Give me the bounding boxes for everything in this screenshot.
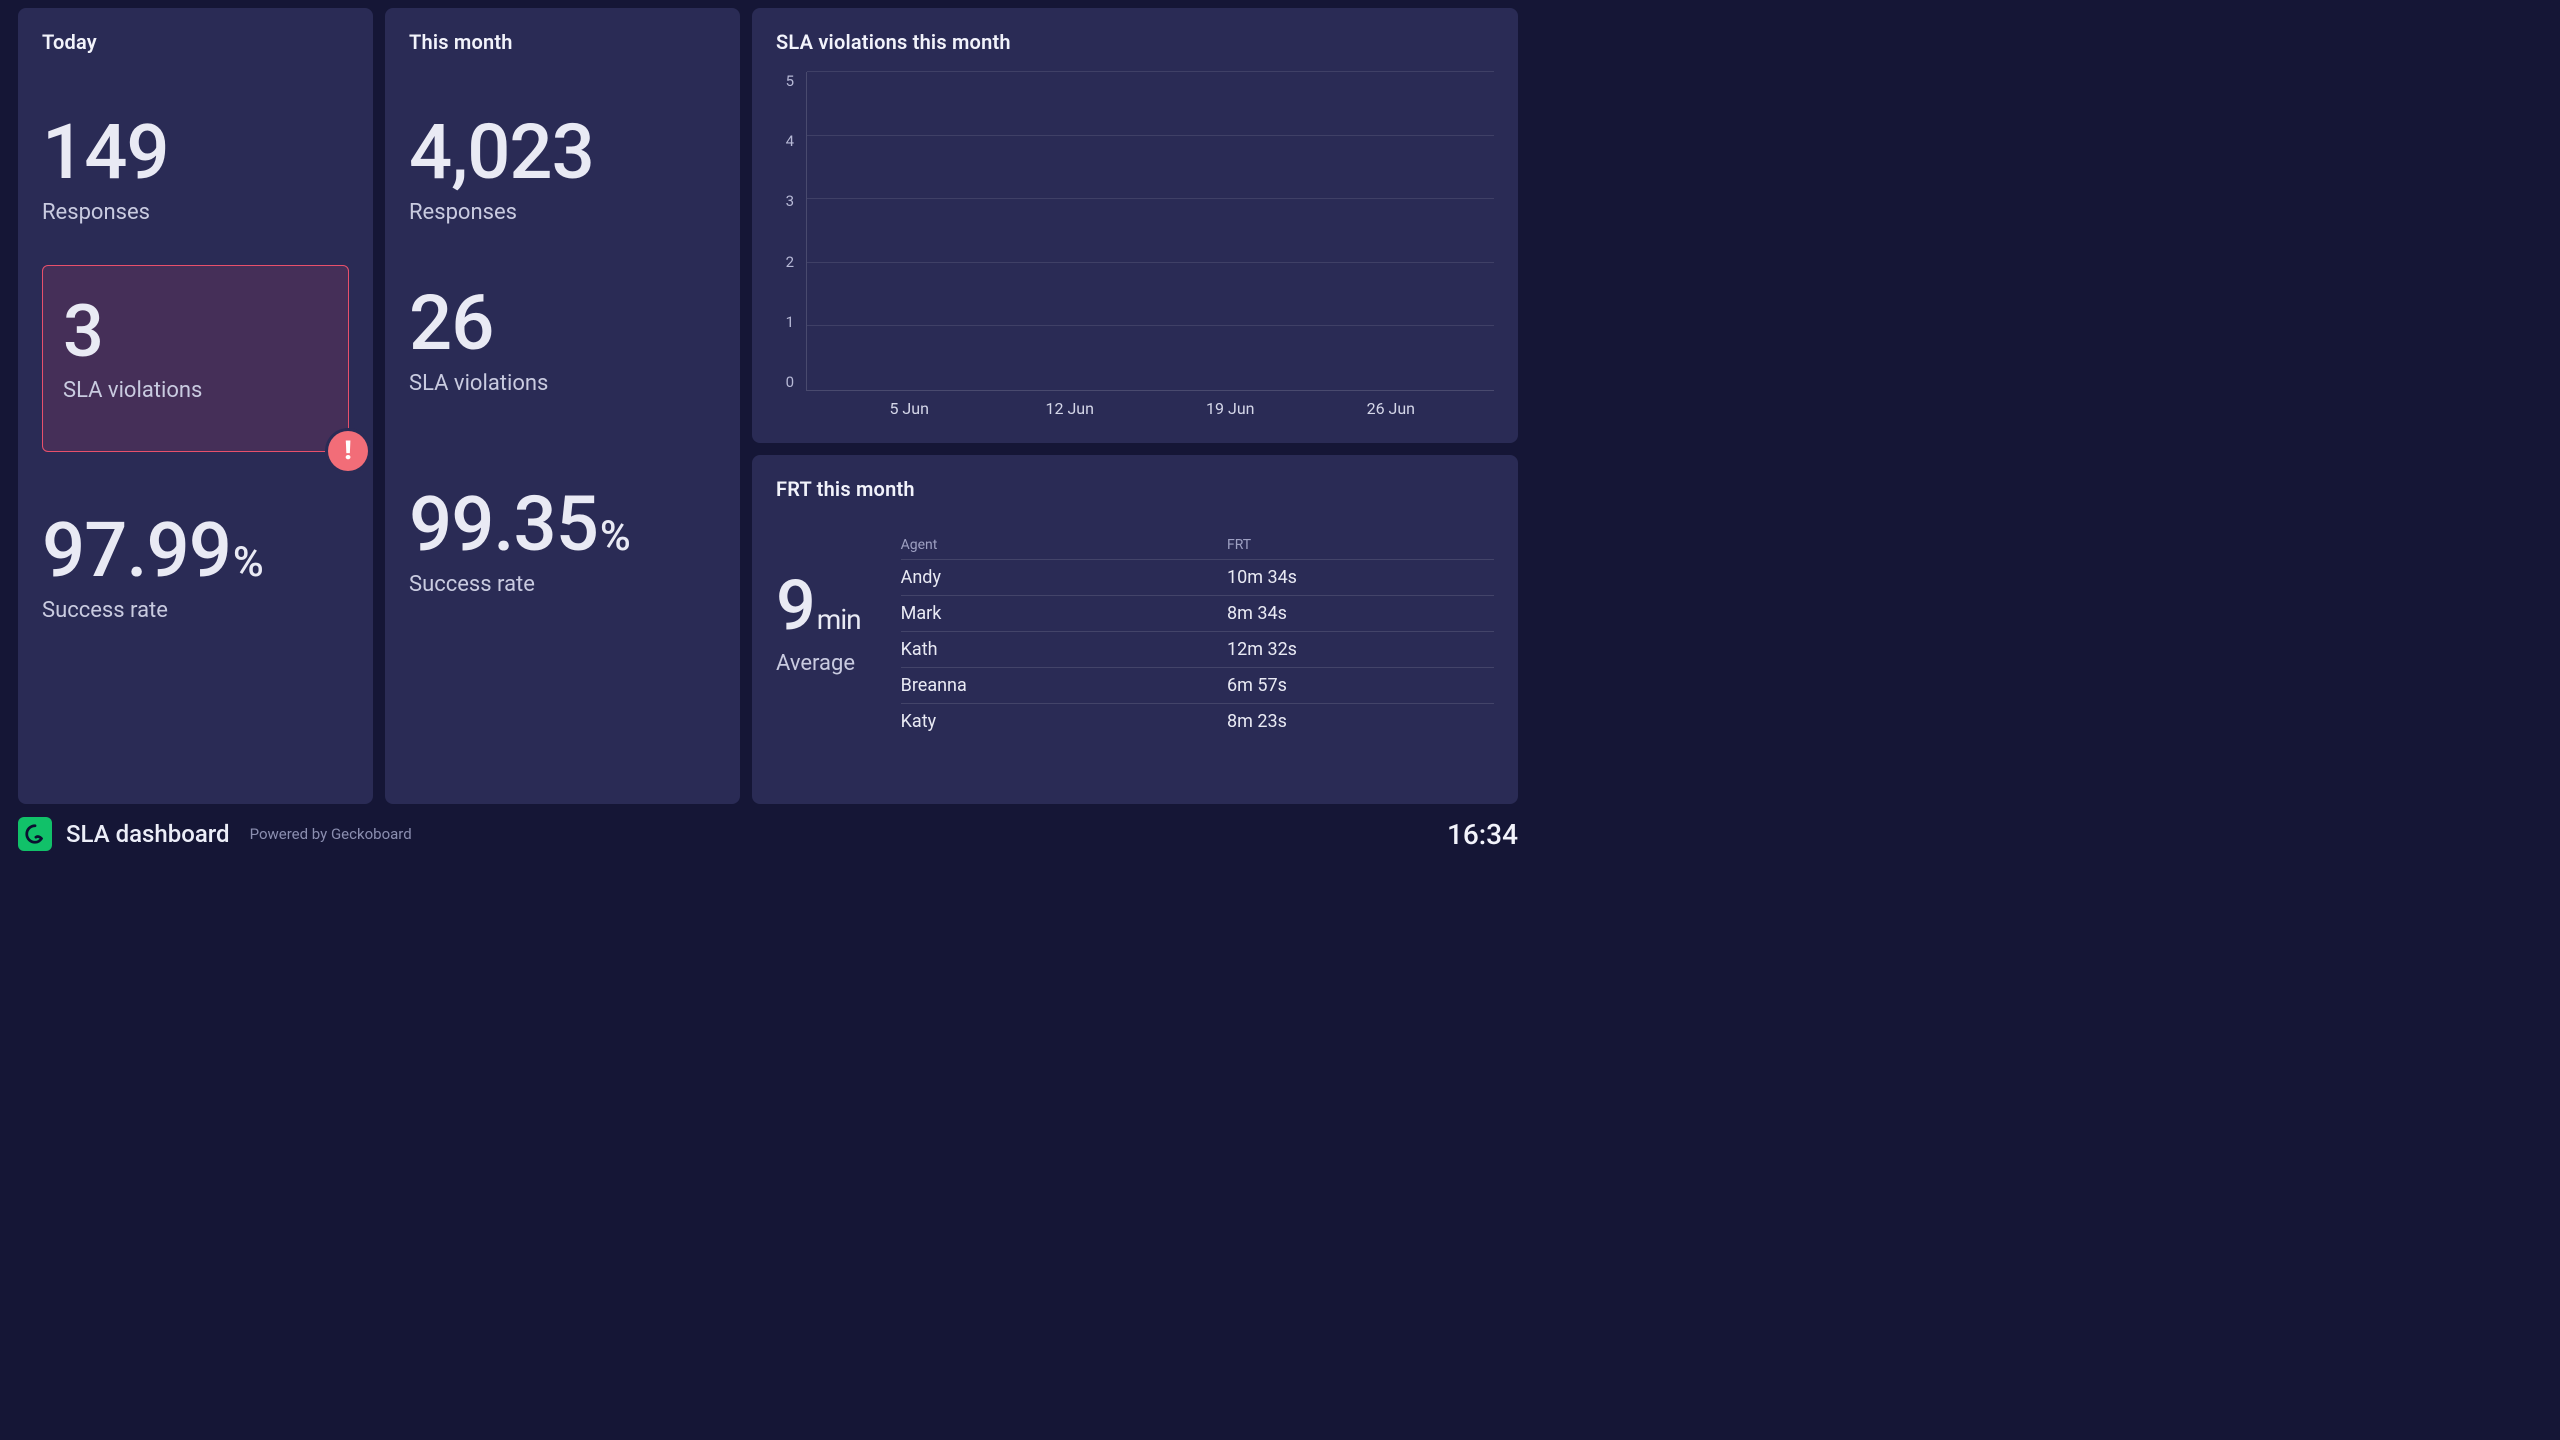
metric-frt-average: 9min Average (776, 531, 861, 676)
metric-label: Success rate (409, 572, 716, 597)
metric-value: 9min (776, 571, 861, 641)
powered-by-label: Powered by Geckoboard (250, 825, 412, 843)
metric-value: 99.35% (409, 486, 716, 562)
geckoboard-logo-icon (18, 817, 52, 851)
table-cell-agent: Breanna (901, 675, 1227, 696)
table-row: Mark8m 34s (901, 595, 1494, 631)
metric-month-sla: 26 SLA violations (409, 285, 716, 396)
card-sla-chart: SLA violations this month 5 4 3 2 1 0 5 Jun 12… (752, 8, 1518, 443)
metric-label: Average (776, 651, 861, 676)
clock: 16:34 (1447, 818, 1518, 851)
table-header-agent: Agent (901, 537, 1227, 553)
table-cell-frt: 10m 34s (1227, 567, 1494, 588)
chart-x-tick: 12 Jun (1046, 399, 1094, 418)
table-cell-frt: 12m 32s (1227, 639, 1494, 660)
table-row: Kath12m 32s (901, 631, 1494, 667)
table-cell-frt: 8m 34s (1227, 603, 1494, 624)
chart-y-tick: 2 (776, 253, 794, 271)
table-row: Katy8m 23s (901, 703, 1494, 739)
sla-bar-chart: 5 4 3 2 1 0 (776, 72, 1494, 391)
chart-y-tick: 5 (776, 72, 794, 90)
table-header-frt: FRT (1227, 537, 1494, 553)
chart-x-tick: 19 Jun (1206, 399, 1254, 418)
chart-y-tick: 1 (776, 313, 794, 331)
table-cell-agent: Andy (901, 567, 1227, 588)
dashboard-title: SLA dashboard (66, 820, 230, 848)
table-row: Andy10m 34s (901, 559, 1494, 595)
alert-icon: ! (328, 431, 368, 471)
chart-y-tick: 4 (776, 132, 794, 150)
footer: SLA dashboard Powered by Geckoboard 16:3… (18, 812, 1518, 856)
table-cell-agent: Katy (901, 711, 1227, 732)
chart-y-tick: 0 (776, 373, 794, 391)
chart-plot-area (806, 72, 1494, 391)
metric-label: Responses (409, 200, 716, 225)
metric-value: 149 (42, 114, 349, 190)
metric-value: 4,023 (409, 114, 716, 190)
card-title: FRT this month (776, 477, 1494, 501)
frt-table: Agent FRT Andy10m 34sMark8m 34sKath12m 3… (901, 531, 1494, 739)
chart-x-axis: 5 Jun 12 Jun 19 Jun 26 Jun (806, 399, 1494, 421)
card-title: SLA violations this month (776, 30, 1494, 54)
metric-label: SLA violations (63, 378, 328, 403)
chart-y-tick: 3 (776, 192, 794, 210)
metric-month-success: 99.35% Success rate (409, 486, 716, 597)
chart-x-tick: 5 Jun (889, 399, 928, 418)
card-this-month: This month 4,023 Responses 26 SLA violat… (385, 8, 740, 804)
metric-value: 97.99% (42, 512, 349, 588)
chart-y-axis: 5 4 3 2 1 0 (776, 72, 806, 391)
card-frt: FRT this month 9min Average Agent FRT An… (752, 455, 1518, 804)
card-today: Today 149 Responses 3 SLA violations ! 9… (18, 8, 373, 804)
metric-label: Success rate (42, 598, 349, 623)
metric-value: 3 (63, 296, 328, 368)
card-title: This month (409, 30, 716, 54)
chart-x-tick: 26 Jun (1367, 399, 1415, 418)
table-cell-agent: Kath (901, 639, 1227, 660)
table-header: Agent FRT (901, 531, 1494, 559)
metric-value: 26 (409, 285, 716, 361)
table-row: Breanna6m 57s (901, 667, 1494, 703)
metric-today-responses: 149 Responses (42, 114, 349, 225)
card-title: Today (42, 30, 349, 54)
metric-label: Responses (42, 200, 349, 225)
table-cell-frt: 8m 23s (1227, 711, 1494, 732)
table-cell-frt: 6m 57s (1227, 675, 1494, 696)
metric-today-sla-alert: 3 SLA violations ! (42, 265, 349, 452)
table-cell-agent: Mark (901, 603, 1227, 624)
metric-today-success: 97.99% Success rate (42, 512, 349, 623)
metric-month-responses: 4,023 Responses (409, 114, 716, 225)
metric-label: SLA violations (409, 371, 716, 396)
